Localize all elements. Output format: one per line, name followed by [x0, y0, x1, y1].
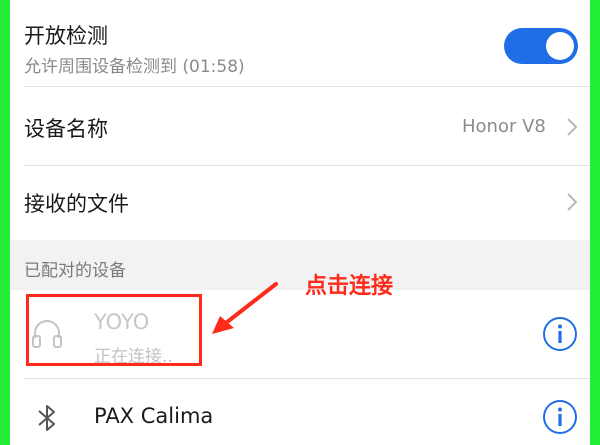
device-name-row[interactable]: 设备名称 Honor V8	[10, 87, 590, 165]
device-name: PAX Calima	[94, 404, 214, 428]
chevron-right-icon	[567, 193, 578, 211]
received-files-row[interactable]: 接收的文件	[10, 166, 590, 240]
open-detection-title: 开放检测	[24, 24, 108, 48]
highlight-box	[26, 294, 202, 366]
open-detection-row[interactable]: 开放检测 允许周围设备检测到 (01:58)	[10, 0, 590, 86]
bluetooth-icon	[38, 405, 55, 431]
device-name-label: 设备名称	[24, 117, 108, 141]
bluetooth-settings-screen: 开放检测 允许周围设备检测到 (01:58) 设备名称 Honor V8 接收的…	[10, 0, 590, 445]
info-icon[interactable]	[542, 399, 578, 435]
paired-device-row[interactable]: PAX Calima	[10, 379, 590, 445]
paired-section-title: 已配对的设备	[24, 261, 126, 281]
toggle-knob	[546, 32, 574, 60]
chevron-right-icon	[567, 118, 578, 136]
open-detection-toggle[interactable]	[504, 28, 578, 64]
device-name-value: Honor V8	[462, 116, 546, 137]
info-icon[interactable]	[542, 316, 578, 352]
received-files-label: 接收的文件	[24, 192, 129, 216]
open-detection-subtitle: 允许周围设备检测到 (01:58)	[24, 57, 245, 77]
